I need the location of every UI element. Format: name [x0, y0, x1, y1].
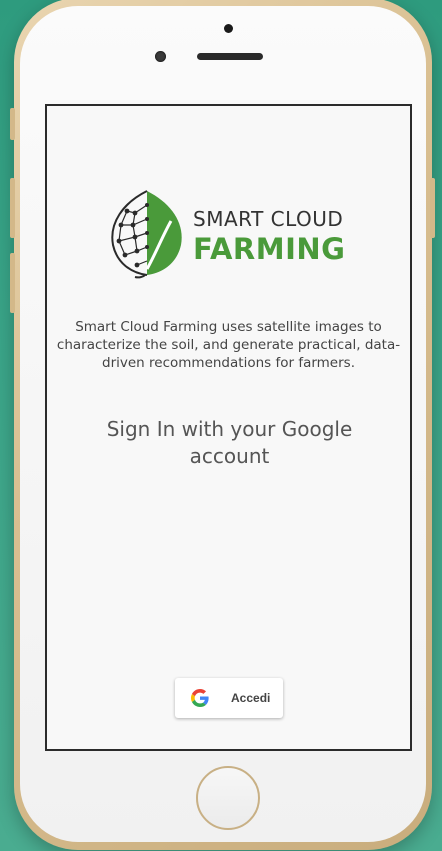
- brand-name-line1: SMART CLOUD: [193, 207, 344, 231]
- front-camera: [224, 24, 233, 33]
- leaf-logo-icon: [111, 190, 182, 279]
- earpiece-speaker: [197, 53, 263, 60]
- volume-up-button: [10, 178, 15, 238]
- google-signin-button[interactable]: Accedi: [175, 678, 283, 718]
- proximity-sensor: [155, 51, 166, 62]
- power-button: [430, 178, 435, 238]
- brand-name-line2: FARMING: [193, 232, 346, 266]
- app-description: Smart Cloud Farming uses satellite image…: [56, 319, 401, 371]
- google-g-icon: [191, 689, 209, 707]
- app-logo: SMART CLOUD FARMING: [105, 185, 365, 280]
- app-screen: SMART CLOUD FARMING Smart Cloud Farming …: [45, 104, 412, 751]
- home-button[interactable]: [196, 766, 260, 830]
- signin-heading: Sign In with your Google account: [106, 417, 353, 468]
- google-signin-label: Accedi: [231, 691, 271, 705]
- mute-switch: [10, 108, 15, 140]
- volume-down-button: [10, 253, 15, 313]
